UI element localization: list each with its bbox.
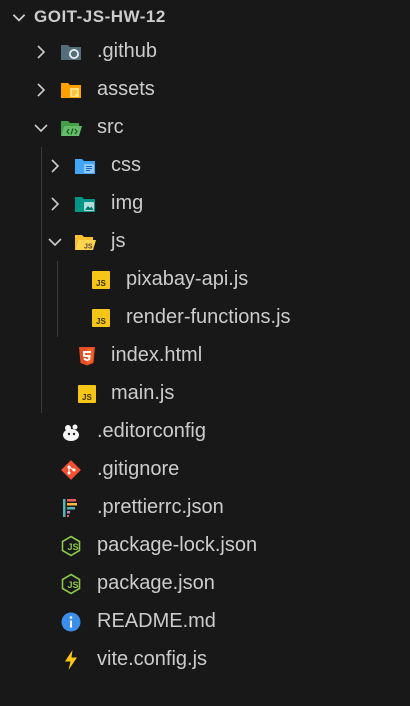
file-explorer: GOIT-JS-HW-12 .github assets src css img… <box>0 0 410 706</box>
tree-item-label: index.html <box>111 344 203 366</box>
chevron-right-icon <box>33 82 49 98</box>
tree-item-editorconfig[interactable]: .editorconfig <box>0 413 410 451</box>
javascript-file-icon: JS <box>76 383 98 405</box>
tree-item-label: .prettierrc.json <box>97 496 224 518</box>
tree-item-label: assets <box>97 78 155 100</box>
tree-item-render-functions-js[interactable]: JS render-functions.js <box>0 299 410 337</box>
tree-item-src[interactable]: src <box>0 109 410 147</box>
tree-item-label: package-lock.json <box>97 534 258 556</box>
tree-item-label: README.md <box>97 610 216 632</box>
prettier-file-icon <box>60 497 82 519</box>
chevron-down-icon <box>47 234 63 250</box>
css-folder-icon <box>74 155 96 177</box>
tree-item-label: .github <box>97 40 158 62</box>
svg-text:JS: JS <box>96 317 106 326</box>
svg-text:JS: JS <box>68 580 79 590</box>
tree-item-label: render-functions.js <box>126 306 291 328</box>
tree-item-label: main.js <box>111 382 175 404</box>
tree-item-main-js[interactable]: JS main.js <box>0 375 410 413</box>
javascript-file-icon: JS <box>90 307 112 329</box>
svg-text:JS: JS <box>96 279 106 288</box>
chevron-right-icon <box>47 158 63 174</box>
tree-item-pixabay-api-js[interactable]: JS pixabay-api.js <box>0 261 410 299</box>
svg-text:JS: JS <box>68 542 79 552</box>
chevron-right-icon <box>47 196 63 212</box>
chevron-down-icon <box>10 8 28 26</box>
github-folder-icon <box>60 41 82 63</box>
tree-item-label: package.json <box>97 572 215 594</box>
tree-item-github[interactable]: .github <box>0 33 410 71</box>
git-file-icon <box>60 459 82 481</box>
nodejs-file-icon: JS <box>60 535 82 557</box>
images-folder-icon <box>74 193 96 215</box>
src-folder-open-icon <box>60 117 82 139</box>
tree-item-vite-config-js[interactable]: vite.config.js <box>0 641 410 679</box>
tree-item-label: img <box>111 192 144 214</box>
tree-item-package-json[interactable]: JS package.json <box>0 565 410 603</box>
tree-item-assets[interactable]: assets <box>0 71 410 109</box>
nodejs-file-icon: JS <box>60 573 82 595</box>
tree-item-img[interactable]: img <box>0 185 410 223</box>
tree-item-label: js <box>111 230 126 252</box>
tree-item-label: pixabay-api.js <box>126 268 249 290</box>
tree-item-label: vite.config.js <box>97 648 208 670</box>
explorer-root-label: GOIT-JS-HW-12 <box>34 7 166 26</box>
tree-item-readme-md[interactable]: README.md <box>0 603 410 641</box>
vite-file-icon <box>60 649 82 671</box>
tree-item-gitignore[interactable]: .gitignore <box>0 451 410 489</box>
js-folder-open-icon: JS <box>74 231 96 253</box>
html5-file-icon <box>76 345 98 367</box>
tree-item-label: src <box>97 116 124 138</box>
tree-item-js[interactable]: JS js <box>0 223 410 261</box>
tree-item-css[interactable]: css <box>0 147 410 185</box>
tree-item-index-html[interactable]: index.html <box>0 337 410 375</box>
chevron-right-icon <box>33 44 49 60</box>
svg-text:JS: JS <box>82 393 92 402</box>
chevron-down-icon <box>33 120 49 136</box>
tree-item-label: .editorconfig <box>97 420 206 442</box>
explorer-root-folder[interactable]: GOIT-JS-HW-12 <box>0 0 410 34</box>
javascript-file-icon: JS <box>90 269 112 291</box>
assets-folder-icon <box>60 79 82 101</box>
tree-item-package-lock-json[interactable]: JS package-lock.json <box>0 527 410 565</box>
info-file-icon <box>60 611 82 633</box>
tree-item-label: .gitignore <box>97 458 180 480</box>
svg-text:JS: JS <box>84 244 93 251</box>
tree-item-prettierrc-json[interactable]: .prettierrc.json <box>0 489 410 527</box>
tree-item-label: css <box>111 154 141 176</box>
editorconfig-file-icon <box>60 421 82 443</box>
